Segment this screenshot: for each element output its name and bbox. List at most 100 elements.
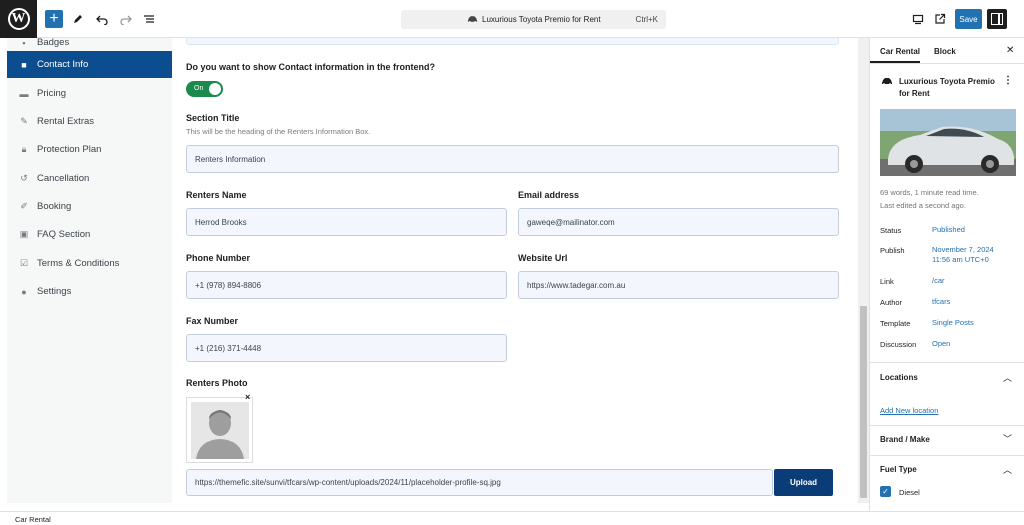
car-icon	[882, 78, 892, 86]
breadcrumb[interactable]: Car Rental	[15, 515, 51, 524]
brand-panel-title[interactable]: Brand / Make	[880, 435, 930, 444]
tab-car-rental[interactable]: Car Rental	[880, 47, 920, 56]
badge-icon: ▪	[22, 37, 26, 48]
remove-photo-button[interactable]: ×	[245, 392, 255, 402]
email-input[interactable]: gaweqe@mailinator.com	[518, 208, 839, 236]
settings-inspector: Car Rental Block ✕ Luxurious Toyota Prem…	[869, 38, 1024, 516]
sidebar-item-label: Rental Extras	[37, 116, 95, 127]
faq-icon: ▣	[19, 229, 29, 239]
sidebar-item-settings[interactable]: ● Settings	[7, 278, 172, 305]
toggle-knob	[209, 83, 221, 95]
discussion-label: Discussion	[880, 340, 917, 349]
divider	[870, 425, 1024, 426]
add-block-button[interactable]: +	[45, 10, 63, 28]
sidebar-item-protection-plan[interactable]: 🔒︎ Protection Plan	[7, 136, 172, 163]
publish-date[interactable]: November 7, 2024	[932, 245, 994, 255]
redo-button[interactable]	[117, 10, 135, 28]
sidebar-item-rental-extras[interactable]: ✎ Rental Extras	[7, 108, 172, 135]
undo-button[interactable]	[93, 10, 111, 28]
show-contact-toggle[interactable]: On	[186, 81, 223, 97]
metabox-sidebar: ▪ Badges ■ Contact Info ▬ Pricing ✎ Rent…	[7, 37, 179, 503]
tools-button[interactable]	[69, 10, 87, 28]
wordpress-logo-letter: W	[7, 8, 30, 30]
close-icon[interactable]: ✕	[1006, 45, 1014, 56]
booking-icon: ✐	[20, 201, 28, 211]
avatar	[191, 402, 249, 459]
sidebar-item-faq-section[interactable]: ▣ FAQ Section	[7, 221, 172, 248]
sidebar-item-terms-conditions[interactable]: ☑ Terms & Conditions	[7, 250, 172, 277]
car-icon	[467, 16, 478, 24]
sidebar-item-pricing[interactable]: ▬ Pricing	[7, 80, 172, 107]
status-label: Status	[880, 226, 902, 235]
link-value[interactable]: /car	[932, 276, 945, 286]
chevron-up-icon[interactable]: ︿	[1003, 371, 1012, 384]
sidebar-item-label: Pricing	[37, 88, 67, 99]
chevron-down-icon[interactable]: ﹀	[1003, 432, 1012, 445]
discussion-value[interactable]: Open	[932, 339, 950, 349]
publish-time[interactable]: 11:56 am UTC+0	[932, 255, 989, 265]
add-new-location-link[interactable]: Add New location	[880, 406, 938, 415]
sidebar-item-label: Contact Info	[37, 59, 89, 70]
list-view-button[interactable]	[140, 10, 158, 28]
car-photo	[880, 109, 1016, 176]
avatar-placeholder-icon	[191, 402, 249, 459]
tab-divider	[870, 63, 1024, 64]
author-label: Author	[880, 298, 903, 307]
template-value[interactable]: Single Posts	[932, 318, 974, 328]
fax-input[interactable]: +1 (216) 371-4448	[186, 334, 507, 362]
settings-icon: ●	[21, 286, 27, 297]
sidebar-item-booking[interactable]: ✐ Booking	[7, 193, 172, 220]
more-options-icon[interactable]: ⋮	[1003, 75, 1013, 86]
desktop-icon	[912, 14, 924, 25]
renters-name-input[interactable]: Herrod Brooks	[186, 208, 507, 236]
active-tab-indicator	[870, 61, 920, 63]
renters-photo-thumbnail	[186, 397, 253, 463]
author-value[interactable]: tfcars	[932, 297, 950, 307]
sidebar-toggle-icon[interactable]	[987, 9, 1007, 29]
website-input[interactable]: https://www.tadegar.com.au	[518, 271, 839, 299]
cancel-icon: ↺	[20, 173, 28, 183]
template-label: Template	[880, 319, 911, 328]
content-scrollbar[interactable]	[858, 38, 869, 503]
pen-icon	[74, 15, 82, 23]
featured-image[interactable]	[880, 109, 1016, 176]
link-label: Link	[880, 277, 894, 286]
redo-icon	[120, 15, 132, 25]
renters-name-label: Renters Name	[186, 190, 247, 200]
divider	[870, 362, 1024, 363]
plus-icon: +	[49, 10, 59, 27]
sidebar-item-label: Booking	[37, 201, 72, 212]
view-post-button[interactable]	[931, 10, 949, 28]
publish-label: Publish	[880, 246, 905, 255]
phone-input[interactable]: +1 (978) 894-8806	[186, 271, 507, 299]
preview-button[interactable]	[909, 10, 927, 28]
upload-button[interactable]: Upload	[774, 469, 833, 496]
command-palette-bar[interactable]: Luxurious Toyota Premio for Rent Ctrl+K	[401, 10, 666, 29]
sidebar-item-cancellation[interactable]: ↺ Cancellation	[7, 165, 172, 192]
website-label: Website Url	[518, 253, 568, 263]
diesel-checkbox[interactable]: ✓	[880, 486, 891, 497]
show-contact-question: Do you want to show Contact information …	[186, 62, 435, 72]
tab-block[interactable]: Block	[934, 47, 956, 56]
photo-url-input[interactable]: https://themefic.site/sunvi/tfcars/wp-co…	[186, 469, 773, 496]
divider	[870, 455, 1024, 456]
status-value[interactable]: Published	[932, 225, 965, 235]
section-title-input[interactable]: Renters Information	[186, 145, 839, 173]
sidebar-item-label: Badges	[37, 37, 70, 48]
fax-label: Fax Number	[186, 316, 239, 326]
renters-photo-label: Renters Photo	[186, 378, 248, 388]
email-label: Email address	[518, 190, 580, 200]
fuel-type-panel-title[interactable]: Fuel Type	[880, 465, 917, 474]
save-button[interactable]: Save	[955, 9, 982, 29]
toggle-state-label: On	[194, 85, 204, 92]
list-view-icon	[144, 15, 154, 23]
shortcut-hint: Ctrl+K	[635, 15, 658, 24]
sidebar-item-contact-info[interactable]: ■ Contact Info	[7, 51, 179, 78]
contact-icon: ■	[21, 59, 27, 70]
scrollbar-thumb[interactable]	[860, 306, 867, 498]
external-link-icon	[935, 13, 946, 24]
sidebar-item-label: Settings	[37, 286, 72, 297]
sidebar-item-label: Protection Plan	[37, 144, 102, 155]
chevron-up-icon[interactable]: ︿	[1003, 463, 1012, 476]
locations-panel-title[interactable]: Locations	[880, 373, 918, 382]
